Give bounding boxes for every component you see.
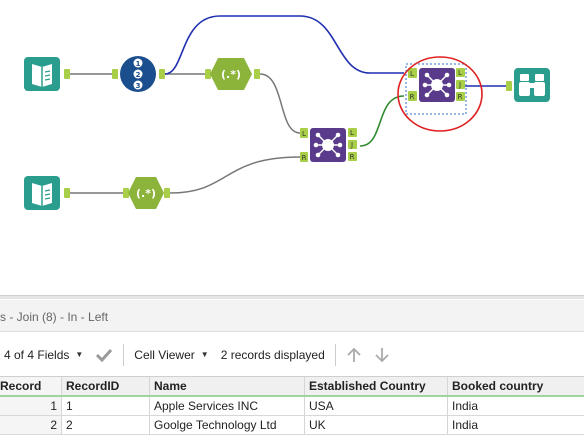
column-header-name[interactable]: Name	[150, 377, 305, 395]
formula-tool-1[interactable]: (.*)	[205, 58, 260, 90]
table-cell[interactable]: 1	[62, 397, 150, 415]
chevron-down-icon: ▼	[200, 350, 209, 359]
arrow-up-icon[interactable]	[346, 347, 362, 363]
join1-anchor-in-l: L	[302, 130, 306, 138]
browse-tool[interactable]	[506, 68, 550, 102]
join2-anchor-out-r: R	[458, 93, 463, 101]
join2-anchor-in-r: R	[410, 93, 415, 101]
chevron-down-icon: ▼	[75, 350, 84, 359]
grid-header-row: Record RecordID Name Established Country…	[0, 377, 584, 397]
join2-anchor-out-l: L	[458, 69, 462, 77]
input-data-tool-2[interactable]	[24, 176, 70, 210]
table-cell[interactable]: India	[448, 416, 584, 434]
join1-anchor-out-j: J	[350, 141, 353, 149]
join1-anchor-out-l: L	[350, 129, 354, 137]
cell-viewer-label: Cell Viewer	[134, 347, 195, 362]
record-id-digit-1: 1	[136, 60, 141, 68]
fields-dropdown[interactable]: 4 of 4 Fields ▼	[4, 348, 83, 362]
join-tool-1[interactable]: L R L J R	[300, 128, 357, 162]
toolbar-divider	[334, 343, 336, 366]
table-row[interactable]: 2 2 Goolge Technology Ltd UK India	[0, 416, 584, 435]
record-id-digit-3: 3	[136, 82, 141, 90]
table-cell[interactable]: Apple Services INC	[150, 397, 305, 415]
table-cell[interactable]: Goolge Technology Ltd	[150, 416, 305, 434]
join1-anchor-in-r: R	[302, 154, 307, 162]
wire-recordid-join2[interactable]	[164, 15, 404, 75]
record-id-tool[interactable]: 1 2 3	[112, 56, 165, 92]
checkmark-icon[interactable]	[95, 348, 113, 362]
table-cell[interactable]: USA	[305, 397, 448, 415]
wire-join1-join2[interactable]	[359, 95, 405, 147]
panel-splitter[interactable]	[0, 295, 584, 299]
records-displayed-text: 2 records displayed	[220, 347, 325, 362]
join-tool-2[interactable]: L R L J R	[405, 63, 467, 115]
table-cell[interactable]: UK	[305, 416, 448, 434]
formula-tool-2[interactable]: (.*)	[123, 177, 170, 209]
arrow-down-icon[interactable]	[374, 347, 390, 363]
results-grid: Record RecordID Name Established Country…	[0, 376, 584, 446]
join2-anchor-out-j: J	[458, 81, 461, 89]
fields-dropdown-label: 4 of 4 Fields	[4, 347, 70, 362]
input-data-tool-1[interactable]	[24, 57, 70, 91]
column-header-record[interactable]: Record	[0, 377, 62, 395]
results-toolbar: 4 of 4 Fields ▼ Cell Viewer ▼ 2 records …	[0, 333, 584, 376]
cell-viewer-dropdown[interactable]: Cell Viewer ▼	[134, 348, 208, 362]
toolbar-divider	[123, 343, 125, 366]
wire-formula1-join1[interactable]	[259, 73, 301, 134]
record-id-digit-2: 2	[136, 71, 141, 79]
column-header-booked-country[interactable]: Booked country	[448, 377, 584, 395]
record-number-cell: 1	[0, 397, 62, 415]
join1-anchor-out-r: R	[350, 153, 355, 161]
formula-glyph-2: (.*)	[136, 187, 156, 200]
column-header-established-country[interactable]: Established Country	[305, 377, 448, 395]
results-window-title: s - Join (8) - In - Left	[0, 300, 584, 332]
wire-formula2-join1[interactable]	[169, 156, 301, 194]
column-header-recordid[interactable]: RecordID	[62, 377, 150, 395]
table-cell[interactable]: India	[448, 397, 584, 415]
table-cell[interactable]: 2	[62, 416, 150, 434]
workflow-diagram: 1 2 3 (.*) (.*) L R L J R L R L J R	[24, 15, 550, 210]
workflow-canvas[interactable]: 1 2 3 (.*) (.*) L R L J R L R L J R	[0, 0, 584, 296]
formula-glyph-1: (.*)	[221, 68, 241, 81]
table-row[interactable]: 1 1 Apple Services INC USA India	[0, 397, 584, 416]
record-number-cell: 2	[0, 416, 62, 434]
join2-anchor-in-l: L	[410, 70, 414, 78]
